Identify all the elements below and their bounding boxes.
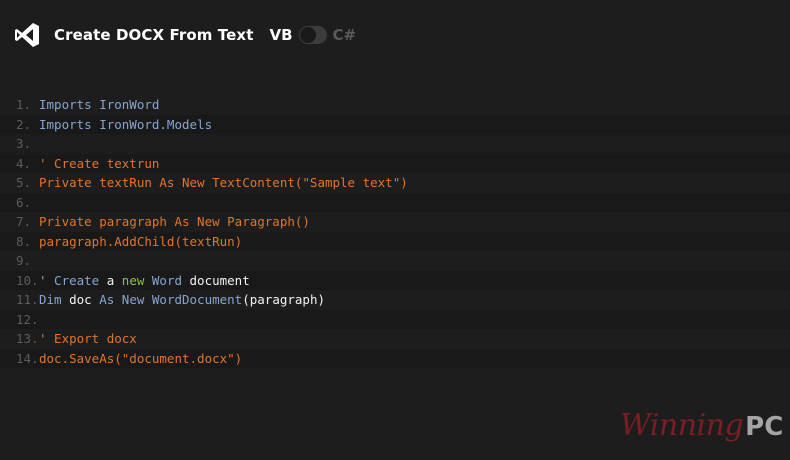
code-line: 10.' Create a new Word document xyxy=(0,270,790,290)
code-token: doc.SaveAs("document.docx") xyxy=(39,350,243,366)
lang-vb-label[interactable]: VB xyxy=(269,26,292,44)
code-line: 7. Private paragraph As New Paragraph() xyxy=(0,212,790,232)
code-token: ' Create textrun xyxy=(39,155,160,171)
line-number: 2. xyxy=(16,116,32,132)
line-number: 14. xyxy=(16,350,39,366)
code-line: 12. xyxy=(0,309,790,329)
lang-csharp-label[interactable]: C# xyxy=(333,26,357,44)
code-line: 14.doc.SaveAs("document.docx") xyxy=(0,348,790,368)
line-number: 6. xyxy=(16,194,32,210)
line-number: 13. xyxy=(16,331,39,346)
code-token: Word xyxy=(144,272,190,288)
watermark-pc-text: PC xyxy=(745,412,784,442)
code-line: 2. Imports IronWord.Models xyxy=(0,114,790,134)
code-token: Private paragraph As New Paragraph() xyxy=(39,214,310,229)
page-title: Create DOCX From Text xyxy=(54,26,254,44)
line-number: 3. xyxy=(16,136,32,151)
line-number: 4. xyxy=(16,155,32,171)
visual-studio-icon xyxy=(15,23,39,47)
code-token: Dim xyxy=(39,292,70,307)
watermark-logo: WinningPC xyxy=(620,408,783,443)
code-token: new xyxy=(121,272,145,288)
line-number: 10. xyxy=(16,272,39,288)
code-block: 1. Imports IronWord 2. Imports IronWord.Mod… xyxy=(0,95,790,368)
code-token: ' Export docx xyxy=(39,331,137,346)
code-line: 1. Imports IronWord xyxy=(0,95,790,115)
code-token: Imports IronWord xyxy=(39,97,160,112)
line-number: 1. xyxy=(16,97,32,112)
line-number: 11. xyxy=(16,292,39,307)
watermark-script-text: Winning xyxy=(620,408,744,443)
code-token: As New WordDocument xyxy=(99,292,243,307)
language-toggle[interactable] xyxy=(298,26,327,44)
code-token: a xyxy=(106,272,122,288)
line-number: 7. xyxy=(16,214,32,229)
code-line: 5. Private textRun As New TextContent("Sa… xyxy=(0,173,790,193)
code-line: 8. paragraph.AddChild(textRun) xyxy=(0,231,790,251)
code-token: doc xyxy=(69,292,100,307)
toggle-knob xyxy=(299,27,316,43)
code-line: 3. xyxy=(0,134,790,154)
code-token: Imports IronWord.Models xyxy=(39,116,213,132)
code-line: 13.' Export docx xyxy=(0,329,790,349)
code-token: document xyxy=(189,272,250,288)
line-number: 8. xyxy=(16,233,32,249)
code-token: ' Create xyxy=(39,272,107,288)
line-number: 9. xyxy=(16,253,32,268)
code-line: 4. ' Create textrun xyxy=(0,153,790,173)
line-number: 12. xyxy=(16,311,39,327)
code-token: (paragraph) xyxy=(242,292,326,307)
code-line: 11.Dim doc As New WordDocument(paragraph… xyxy=(0,290,790,310)
code-token: Private textRun As New TextContent("Samp… xyxy=(39,175,408,190)
code-token: paragraph.AddChild(textRun) xyxy=(39,233,243,249)
line-number: 5. xyxy=(16,175,32,190)
code-line: 6. xyxy=(0,192,790,212)
header: Create DOCX From Text VB C# xyxy=(14,18,356,52)
code-line: 9. xyxy=(0,251,790,271)
